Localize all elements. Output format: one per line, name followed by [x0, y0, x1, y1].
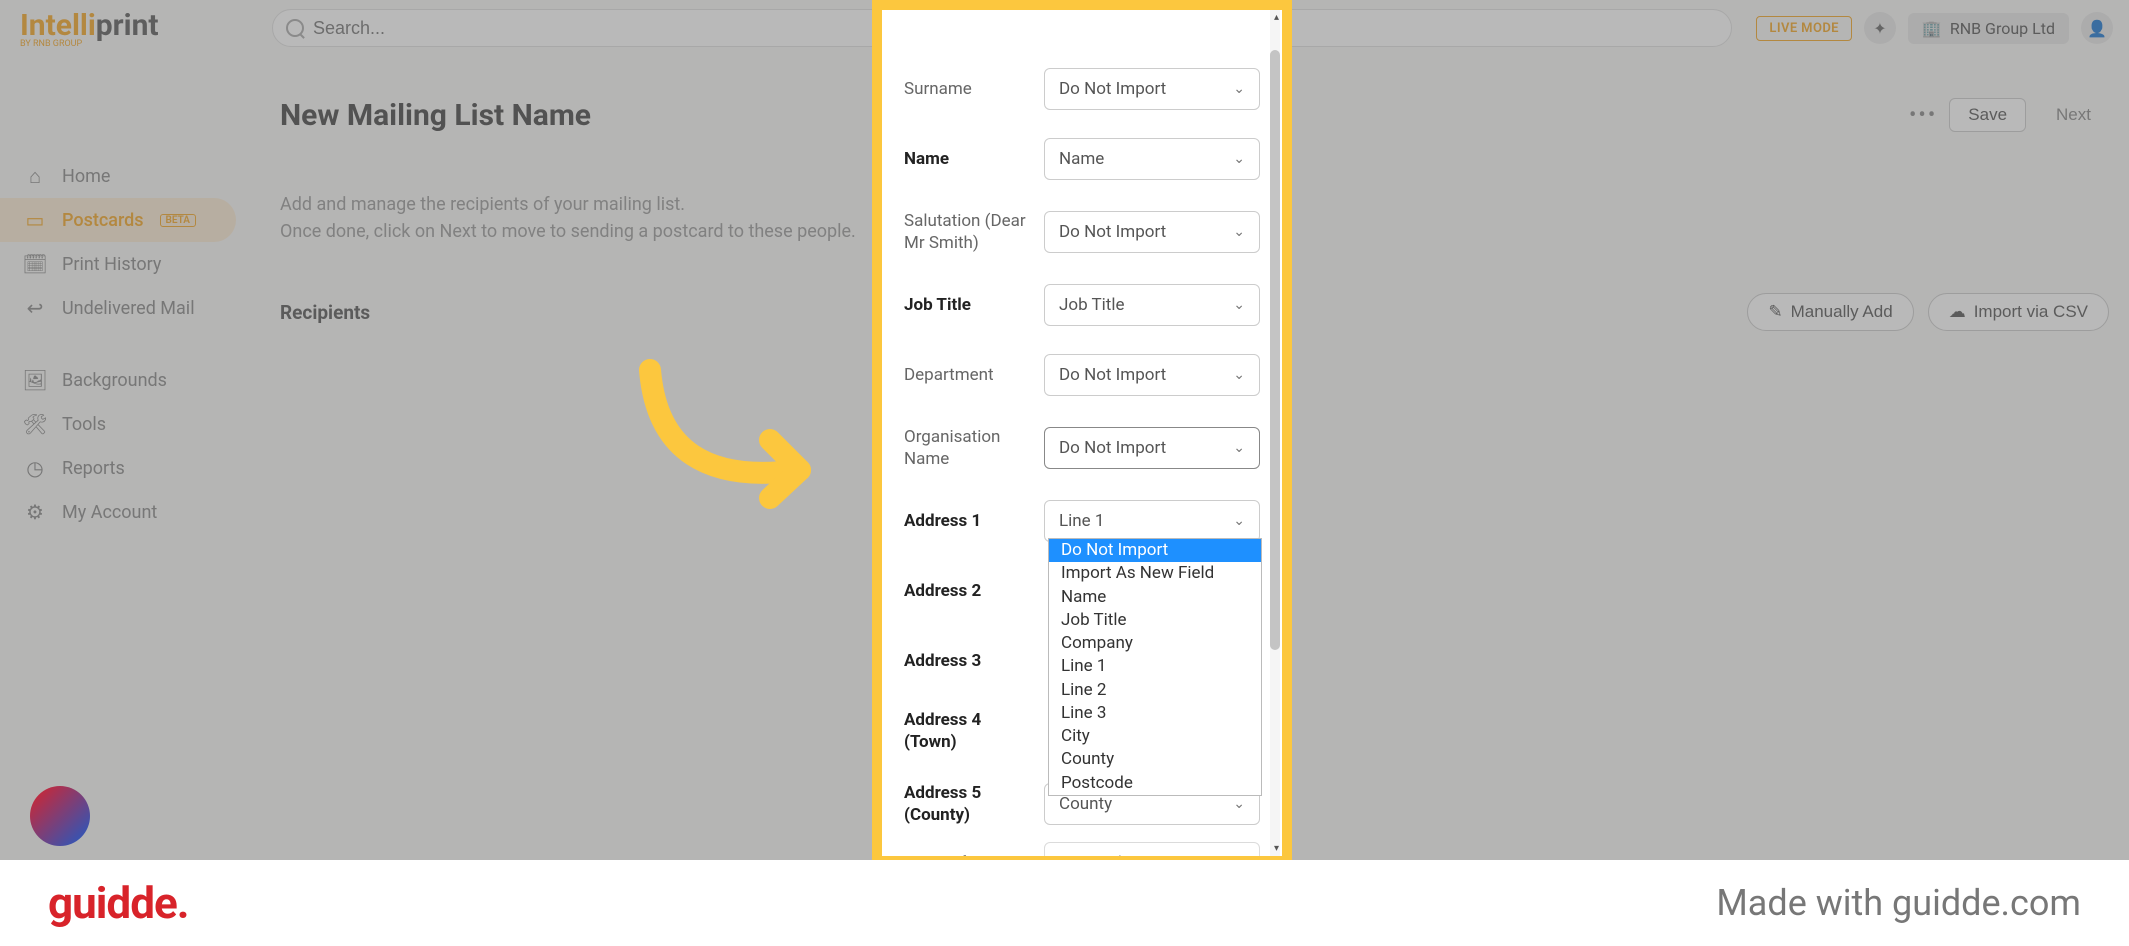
nav-account[interactable]: ⚙ My Account [0, 490, 260, 534]
clock-icon: ◷ [24, 457, 46, 479]
arrow-annotation [620, 350, 880, 530]
next-button[interactable]: Next [2038, 99, 2109, 131]
nav-print-history[interactable]: 🗓 Print History [0, 242, 260, 286]
select-postcode[interactable]: Postcode⌄ [1044, 842, 1260, 856]
save-button[interactable]: Save [1949, 98, 2026, 132]
nav-home[interactable]: ⌂ Home [0, 154, 260, 198]
chevron-down-icon: ⌄ [1233, 440, 1245, 456]
building-icon: 🏢 [1922, 19, 1942, 38]
footer-text: Made with guidde.com [1716, 882, 2081, 924]
field-label-address5: Address 5 (County) [904, 782, 1026, 826]
chat-widget[interactable] [30, 786, 90, 846]
guidde-logo: guidde. [48, 877, 189, 929]
tools-icon: 🛠 [24, 413, 46, 435]
chevron-down-icon: ⌄ [1233, 224, 1245, 240]
manually-add-button[interactable]: ✎ Manually Add [1747, 293, 1913, 331]
scroll-thumb[interactable] [1270, 50, 1280, 650]
user-avatar[interactable]: 👤 [2081, 12, 2113, 44]
chevron-down-icon: ⌄ [1233, 796, 1245, 812]
chevron-down-icon: ⌄ [1233, 81, 1245, 97]
calendar-icon: 🗓 [24, 253, 46, 275]
return-icon: ↩ [24, 297, 46, 319]
dropdown-option[interactable]: Company [1049, 632, 1261, 655]
field-label-name: Name [904, 148, 1026, 170]
field-label-address1: Address 1 [904, 510, 1026, 532]
dropdown-option[interactable]: Import As New Field [1049, 562, 1261, 585]
chevron-down-icon: ⌄ [1233, 151, 1245, 167]
mapping-dropdown[interactable]: Do Not Import Import As New Field Name J… [1048, 538, 1262, 796]
image-icon: 🖼 [24, 369, 46, 391]
pencil-icon: ✎ [1768, 302, 1782, 322]
select-salutation[interactable]: Do Not Import⌄ [1044, 211, 1260, 253]
scrollbar[interactable]: ▴ ▾ [1270, 10, 1280, 856]
select-department[interactable]: Do Not Import⌄ [1044, 354, 1260, 396]
scroll-up-arrow[interactable]: ▴ [1274, 12, 1279, 23]
chevron-down-icon: ⌄ [1233, 855, 1245, 856]
chevron-down-icon: ⌄ [1233, 513, 1245, 529]
select-name[interactable]: Name⌄ [1044, 138, 1260, 180]
chevron-down-icon: ⌄ [1233, 367, 1245, 383]
select-jobtitle[interactable]: Job Title⌄ [1044, 284, 1260, 326]
dropdown-option[interactable]: Line 3 [1049, 702, 1261, 725]
dropdown-option[interactable]: Line 2 [1049, 679, 1261, 702]
more-actions[interactable]: ••• [1909, 103, 1937, 128]
beta-badge: BETA [160, 214, 196, 227]
field-label-postcode: Postcode [904, 852, 1026, 856]
home-icon: ⌂ [24, 165, 46, 187]
help-icon[interactable]: ✦ [1864, 12, 1896, 44]
chevron-down-icon: ⌄ [1233, 297, 1245, 313]
org-selector[interactable]: 🏢 RNB Group Ltd [1908, 13, 2069, 44]
guidde-banner: guidde. Made with guidde.com [0, 860, 2129, 946]
postcard-icon: ▭ [24, 209, 46, 231]
field-label-surname: Surname [904, 78, 1026, 100]
nav-undelivered[interactable]: ↩ Undelivered Mail [0, 286, 260, 330]
scroll-down-arrow[interactable]: ▾ [1274, 843, 1279, 854]
live-mode-badge: LIVE MODE [1756, 16, 1852, 41]
nav-tools[interactable]: 🛠 Tools [0, 402, 260, 446]
cloud-upload-icon: ☁ [1949, 302, 1966, 322]
field-label-salutation: Salutation (Dear Mr Smith) [904, 210, 1026, 254]
dropdown-option[interactable]: Do Not Import [1049, 539, 1261, 562]
dropdown-option[interactable]: County [1049, 748, 1261, 771]
select-organisation[interactable]: Do Not Import⌄ [1044, 427, 1260, 469]
import-csv-button[interactable]: ☁ Import via CSV [1928, 293, 2109, 331]
select-surname[interactable]: Do Not Import⌄ [1044, 68, 1260, 110]
field-label-org: Organisation Name [904, 426, 1026, 470]
field-label-address2: Address 2 [904, 580, 1026, 602]
dropdown-option[interactable]: Job Title [1049, 609, 1261, 632]
field-label-department: Department [904, 364, 1026, 386]
field-label-address4: Address 4 (Town) [904, 709, 1026, 753]
sidebar: ⌂ Home ▭ Postcards BETA 🗓 Print History … [0, 60, 260, 558]
dropdown-option[interactable]: City [1049, 725, 1261, 748]
dropdown-option[interactable]: Postcode [1049, 772, 1261, 795]
dropdown-option[interactable]: Line 1 [1049, 655, 1261, 678]
field-label-address3: Address 3 [904, 650, 1026, 672]
import-mapping-modal: ▴ ▾ Surname Do Not Import⌄ Name Name⌄ Sa… [872, 0, 1292, 866]
nav-reports[interactable]: ◷ Reports [0, 446, 260, 490]
dropdown-option[interactable]: Name [1049, 586, 1261, 609]
select-address1[interactable]: Line 1⌄ [1044, 500, 1260, 542]
nav-backgrounds[interactable]: 🖼 Backgrounds [0, 358, 260, 402]
field-label-jobtitle: Job Title [904, 294, 1026, 316]
gear-icon: ⚙ [24, 501, 46, 523]
recipients-heading: Recipients [280, 301, 370, 324]
nav-postcards[interactable]: ▭ Postcards BETA [0, 198, 236, 242]
logo: Intelliprint BY RNB GROUP [16, 8, 256, 49]
